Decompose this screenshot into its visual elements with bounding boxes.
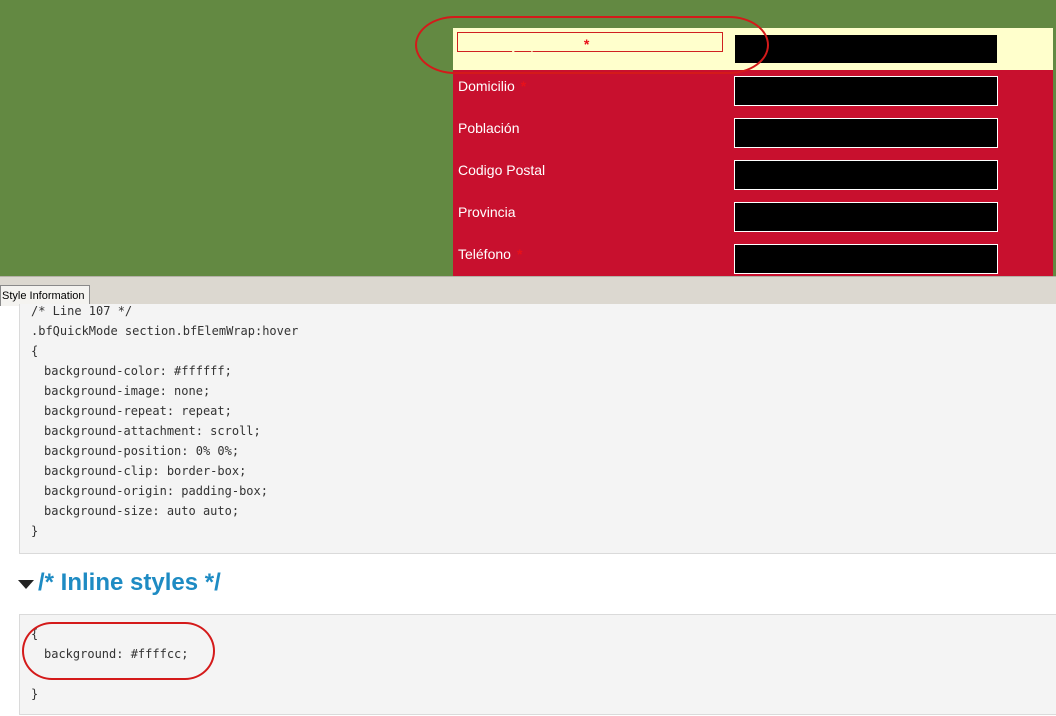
rule-comment: /* Line 107 */ — [31, 304, 133, 318]
form-row-domicilio: Domicilio * — [453, 70, 1053, 112]
css-declaration: background-origin: padding-box; — [44, 484, 268, 498]
telefono-input[interactable] — [734, 244, 998, 274]
css-rule-hover: /* Line 107 */ .bfQuickMode section.bfEl… — [19, 304, 1056, 554]
css-declaration: background-position: 0% 0%; — [44, 444, 240, 458]
css-declaration: background-color: #ffffff; — [44, 364, 232, 378]
field-label-provincia: Provincia — [458, 204, 516, 220]
inline-styles-heading[interactable]: /* Inline styles */ — [18, 568, 221, 598]
form-panel: Nombre y apellidos * Domicilio * Población… — [453, 28, 1053, 276]
devtools-style-panel: /* Line 107 */ .bfQuickMode section.bfEl… — [0, 304, 1056, 716]
devtools-toolbar: Style Information — [0, 276, 1056, 307]
rule-open-brace: { — [31, 344, 39, 358]
nombre-input[interactable] — [734, 34, 998, 64]
form-row-nombre: Nombre y apellidos * — [453, 28, 1053, 70]
css-rule-inline: { background: #ffffcc; } — [19, 614, 1056, 715]
required-mark: * — [520, 78, 527, 94]
css-declaration: background-clip: border-box; — [44, 464, 247, 478]
triangle-down-icon[interactable] — [18, 579, 34, 589]
field-label-telefono: Teléfono * — [458, 246, 522, 262]
css-declaration: background-image: none; — [44, 384, 211, 398]
form-row-codigo-postal: Codigo Postal — [453, 154, 1053, 196]
field-label-poblacion: Población — [458, 120, 520, 136]
form-row-telefono: Teléfono * — [453, 238, 1053, 276]
field-label-text: Teléfono — [458, 246, 511, 262]
poblacion-input[interactable] — [734, 118, 998, 148]
rule-selector: .bfQuickMode section.bfElemWrap:hover — [31, 324, 299, 338]
field-label-codigo-postal: Codigo Postal — [458, 162, 546, 178]
form-row-poblacion: Población — [453, 112, 1053, 154]
field-label-text: Nombre y apellidos — [458, 36, 578, 52]
required-mark: * — [516, 246, 523, 262]
form-area: Nombre y apellidos * Domicilio * Población… — [0, 0, 1056, 276]
domicilio-input[interactable] — [734, 76, 998, 106]
form-row-provincia: Provincia — [453, 196, 1053, 238]
provincia-input[interactable] — [734, 202, 998, 232]
codigo-postal-input[interactable] — [734, 160, 998, 190]
required-mark: * — [583, 36, 590, 52]
field-label-text: Domicilio — [458, 78, 515, 94]
css-declaration: background: #ffffcc; — [44, 647, 189, 661]
field-label-domicilio: Domicilio * — [458, 78, 526, 94]
rule-close-brace: } — [31, 687, 39, 701]
css-declaration: background-attachment: scroll; — [44, 424, 261, 438]
field-label-nombre: Nombre y apellidos * — [458, 36, 589, 52]
css-declaration: background-size: auto auto; — [44, 504, 240, 518]
rule-open-brace: { — [31, 627, 39, 641]
css-declaration: background-repeat: repeat; — [44, 404, 232, 418]
rule-close-brace: } — [31, 524, 39, 538]
inline-styles-title: /* Inline styles */ — [38, 569, 221, 596]
